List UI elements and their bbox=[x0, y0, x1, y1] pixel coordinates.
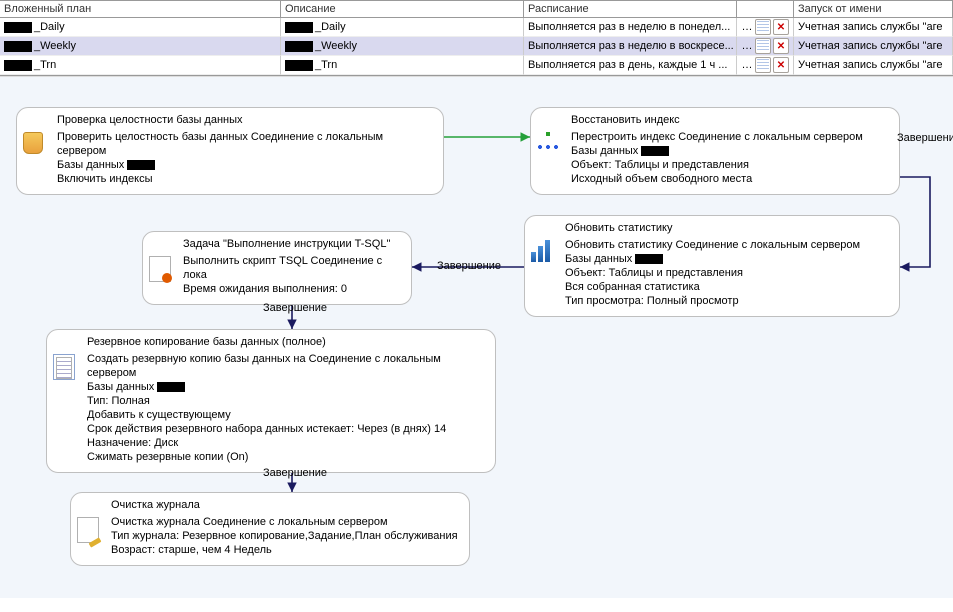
col-header-run[interactable]: Запуск от имени bbox=[794, 0, 953, 18]
cell-desc-0[interactable]: _Daily bbox=[281, 18, 524, 37]
task-cleanup-history[interactable]: Очистка журнала Очистка журнала Соединен… bbox=[70, 492, 470, 566]
more-icon[interactable]: … bbox=[741, 59, 753, 71]
cell-sched-2[interactable]: Выполняется раз в день, каждые 1 ч ... bbox=[524, 56, 737, 75]
box-line: Тип просмотра: Полный просмотр bbox=[565, 294, 889, 308]
diagram-canvas[interactable]: Проверка целостности базы данных Провери… bbox=[0, 76, 953, 598]
box-line: Тип журнала: Резервное копирование,Задан… bbox=[111, 529, 459, 543]
delete-icon[interactable]: ✕ bbox=[773, 38, 789, 54]
box-line: Базы данных bbox=[565, 252, 889, 266]
box-line: Назначение: Диск bbox=[87, 436, 485, 450]
box-title: Восстановить индекс bbox=[571, 114, 889, 126]
box-line: Добавить к существующему bbox=[87, 408, 485, 422]
box-line: Объект: Таблицы и представления bbox=[565, 266, 889, 280]
box-line: Проверить целостность базы данных Соедин… bbox=[57, 130, 433, 158]
box-line: Исходный объем свободного места bbox=[571, 172, 889, 186]
calendar-icon[interactable] bbox=[755, 38, 771, 54]
cell-btns-1: … ✕ bbox=[737, 37, 794, 56]
cell-run-1[interactable]: Учетная запись службы "аге bbox=[794, 37, 953, 56]
cell-plan-1[interactable]: _Weekly bbox=[0, 37, 281, 56]
more-icon[interactable]: … bbox=[741, 40, 753, 52]
cell-sched-0[interactable]: Выполняется раз в неделю в понедел... bbox=[524, 18, 737, 37]
task-update-statistics[interactable]: Обновить статистику Обновить статистику … bbox=[524, 215, 900, 317]
task-check-integrity[interactable]: Проверка целостности базы данных Провери… bbox=[16, 107, 444, 195]
backup-icon bbox=[53, 354, 75, 380]
cell-run-0[interactable]: Учетная запись службы "аге bbox=[794, 18, 953, 37]
box-line: Возраст: старше, чем 4 Недель bbox=[111, 543, 459, 557]
box-title: Проверка целостности базы данных bbox=[57, 114, 433, 126]
index-tree-icon bbox=[537, 132, 559, 154]
calendar-icon[interactable] bbox=[755, 57, 771, 73]
box-line: Базы данных bbox=[571, 144, 889, 158]
arrow-label: Завершение bbox=[263, 467, 327, 479]
more-icon[interactable]: … bbox=[741, 21, 753, 33]
task-rebuild-index[interactable]: Восстановить индекс Перестроить индекс С… bbox=[530, 107, 900, 195]
cell-btns-2: … ✕ bbox=[737, 56, 794, 75]
calendar-icon[interactable] bbox=[755, 19, 771, 35]
box-line: Включить индексы bbox=[57, 172, 433, 186]
cell-sched-1[interactable]: Выполняется раз в неделю в воскресе... bbox=[524, 37, 737, 56]
box-line: Перестроить индекс Соединение с локальны… bbox=[571, 130, 889, 144]
box-title: Задача "Выполнение инструкции T-SQL" bbox=[183, 238, 401, 250]
box-title: Обновить статистику bbox=[565, 222, 889, 234]
box-line: Создать резервную копию базы данных на С… bbox=[87, 352, 485, 380]
box-title: Очистка журнала bbox=[111, 499, 459, 511]
col-header-sched[interactable]: Расписание bbox=[524, 0, 737, 18]
box-line: Базы данных bbox=[87, 380, 485, 394]
box-line: Обновить статистику Соединение с локальн… bbox=[565, 238, 889, 252]
col-header-plan[interactable]: Вложенный план bbox=[0, 0, 281, 18]
box-line: Тип: Полная bbox=[87, 394, 485, 408]
delete-icon[interactable]: ✕ bbox=[773, 19, 789, 35]
cleanup-icon bbox=[77, 517, 99, 543]
cell-desc-1[interactable]: _Weekly bbox=[281, 37, 524, 56]
cell-btns-0: … ✕ bbox=[737, 18, 794, 37]
col-header-btns bbox=[737, 0, 794, 18]
arrow-label: Завершение bbox=[897, 132, 953, 144]
col-header-desc[interactable]: Описание bbox=[281, 0, 524, 18]
cell-run-2[interactable]: Учетная запись службы "аге bbox=[794, 56, 953, 75]
arrow-label: Завершение bbox=[437, 260, 501, 272]
cell-desc-2[interactable]: _Trn bbox=[281, 56, 524, 75]
sql-script-icon bbox=[149, 256, 171, 282]
plans-grid: Вложенный план _Daily _Weekly _Trn Описа… bbox=[0, 0, 953, 76]
box-line: Объект: Таблицы и представления bbox=[571, 158, 889, 172]
box-line: Вся собранная статистика bbox=[565, 280, 889, 294]
task-tsql[interactable]: Задача "Выполнение инструкции T-SQL" Вып… bbox=[142, 231, 412, 305]
box-line: Очистка журнала Соединение с локальным с… bbox=[111, 515, 459, 529]
box-line: Время ожидания выполнения: 0 bbox=[183, 282, 401, 296]
task-backup-full[interactable]: Резервное копирование базы данных (полно… bbox=[46, 329, 496, 473]
box-line: Сжимать резервные копии (On) bbox=[87, 450, 485, 464]
box-line: Выполнить скрипт TSQL Соединение с лока bbox=[183, 254, 401, 282]
bar-chart-icon bbox=[531, 240, 553, 262]
database-icon bbox=[23, 132, 43, 154]
cell-plan-2[interactable]: _Trn bbox=[0, 56, 281, 75]
arrow-label: Завершение bbox=[263, 302, 327, 314]
box-line: Срок действия резервного набора данных и… bbox=[87, 422, 485, 436]
box-title: Резервное копирование базы данных (полно… bbox=[87, 336, 485, 348]
box-line: Базы данных bbox=[57, 158, 433, 172]
delete-icon[interactable]: ✕ bbox=[773, 57, 789, 73]
cell-plan-0[interactable]: _Daily bbox=[0, 18, 281, 37]
